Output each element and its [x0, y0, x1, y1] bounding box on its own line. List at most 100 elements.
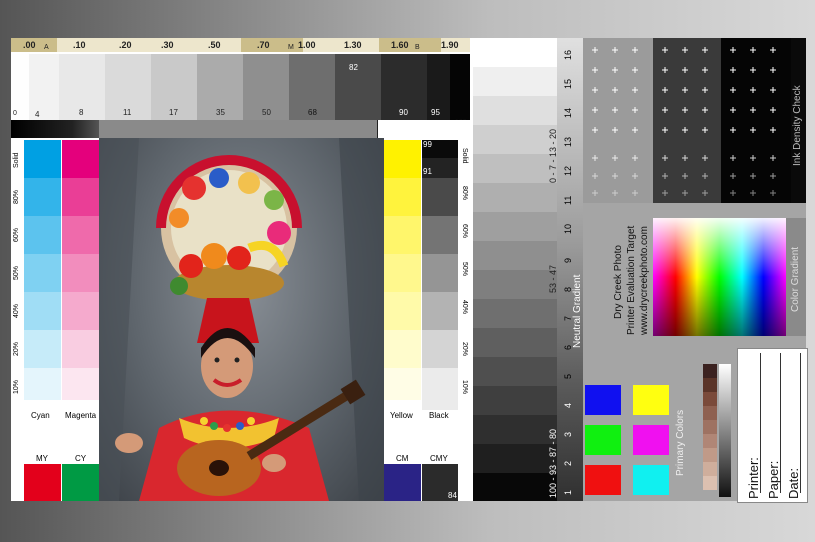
left-percent-20: 20%	[13, 341, 20, 356]
neutral-step-14: 14	[563, 107, 573, 118]
right-percent-solid: Solid	[461, 148, 468, 164]
neutral-step-9: 9	[563, 257, 573, 263]
ink-density-marks	[592, 47, 776, 196]
gray-wedge	[719, 364, 731, 497]
density-value-90: 90	[399, 108, 408, 117]
black-label: Black	[429, 411, 449, 420]
right-percent-40: 40%	[461, 300, 468, 315]
page-background: { "density_strip": { "top_labels": [".00…	[0, 0, 815, 542]
density-patch-9	[335, 54, 381, 120]
density-value-8: 8	[79, 108, 84, 117]
neutral-step-11: 11	[563, 195, 573, 205]
primary-colors-title: Primary Colors	[675, 409, 686, 476]
color-gradient	[653, 218, 786, 336]
primary-swatch-yellow	[633, 385, 669, 415]
left-ramp-panel: Solid 80% 60% 50% 40% 20% 10% Cyan Magen…	[11, 138, 99, 501]
density-value-82: 82	[349, 63, 358, 72]
density-value-50: 50	[262, 108, 271, 117]
density-label-a: A	[44, 44, 49, 51]
density-label-10: .10	[73, 40, 86, 50]
left-percent-60: 60%	[13, 227, 20, 242]
my-swatch	[24, 464, 61, 501]
my-label: MY	[36, 454, 48, 463]
branding-line1: Dry Creek Photo	[613, 245, 624, 319]
density-label-30: .30	[161, 40, 174, 50]
density-label-100: 1.00	[298, 40, 316, 50]
magenta-label: Magenta	[65, 411, 97, 420]
left-percent-80: 80%	[13, 189, 20, 204]
density-value-17: 17	[169, 108, 178, 117]
ink-mark-row	[592, 47, 776, 196]
neutral-gradient: 16 15 14 13 12 11 10 9 8 7 6 5 4 3 2 1 N…	[473, 38, 583, 501]
cm-swatch	[384, 464, 421, 501]
neutral-step-12: 12	[563, 165, 573, 176]
cy-swatch	[62, 464, 99, 501]
yellow-ramp	[384, 140, 421, 410]
neutral-steps	[473, 38, 557, 501]
right-percent-10: 10%	[461, 380, 468, 395]
branding-line2: Printer Evaluation Target	[626, 225, 637, 335]
right-percent-80: 80%	[461, 186, 468, 201]
neutral-step-2: 2	[563, 460, 573, 466]
neutral-values-lower: 100 - 93 - 87 - 80	[548, 428, 558, 498]
printer-label: Printer:	[746, 457, 761, 499]
lightness-layer	[653, 218, 786, 336]
density-label-20: .20	[119, 40, 132, 50]
density-label-50: .50	[208, 40, 221, 50]
neutral-step-16: 16	[563, 49, 573, 60]
density-value-11: 11	[123, 108, 132, 117]
right-percent-20: 20%	[461, 342, 468, 357]
density-label-70: .70	[257, 40, 270, 50]
density-underbar-black	[11, 120, 99, 138]
density-label-b: B	[415, 44, 420, 51]
density-label-190: 1.90	[441, 40, 459, 50]
density-value-0: 0	[13, 110, 17, 117]
primary-swatch-blue	[585, 385, 621, 415]
cmy-label: CMY	[430, 454, 448, 463]
density-underbar-gray	[99, 120, 377, 138]
density-label-m: M	[288, 44, 294, 51]
density-underbar-white	[377, 120, 471, 138]
color-gradient-title: Color Gradient	[790, 246, 801, 312]
neutral-gradient-title: Neutral Gradient	[572, 274, 583, 348]
left-percent-50: 50%	[13, 265, 20, 280]
neutral-step-1: 1	[563, 489, 573, 495]
density-top-dark-b	[379, 38, 441, 52]
neutral-step-10: 10	[563, 223, 573, 234]
cyan-label: Cyan	[31, 411, 50, 420]
paper-label: Paper:	[766, 460, 781, 499]
info-box: Printer: Paper: Date:	[737, 348, 808, 503]
neutral-step-15: 15	[563, 78, 573, 89]
black-value-99: 99	[423, 140, 432, 149]
cy-label: CY	[75, 454, 87, 463]
density-patch-12	[450, 54, 470, 120]
primary-swatch-magenta	[633, 425, 669, 455]
primary-swatch-red	[585, 465, 621, 495]
cyan-ramp	[24, 140, 61, 410]
left-percent-40: 40%	[13, 303, 20, 318]
density-value-4: 4	[35, 110, 40, 119]
right-ramp-panel: 99 91 Solid 80% 60% 50% 40% 20% 10% Yell…	[384, 138, 470, 501]
right-percent-60: 60%	[461, 224, 468, 239]
ink-density-check: Ink Density Check	[583, 38, 806, 203]
primary-swatch-cyan	[633, 465, 669, 495]
branding-line3: www.drycreekphoto.com	[639, 226, 650, 335]
branding-block: Dry Creek Photo Printer Evaluation Targe…	[583, 203, 653, 368]
density-patch-2	[29, 54, 59, 120]
neutral-step-4: 4	[563, 402, 573, 408]
black-value-91: 91	[423, 167, 432, 176]
right-percent-50: 50%	[461, 262, 468, 277]
left-percent-10: 10%	[13, 379, 20, 394]
yellow-label: Yellow	[390, 411, 413, 420]
density-value-95: 95	[431, 108, 440, 117]
density-label-130: 1.30	[344, 40, 362, 50]
neutral-values-middle: 53 - 47	[548, 264, 558, 293]
neutral-step-13: 13	[563, 136, 573, 147]
portrait-illustration	[99, 138, 384, 501]
primary-swatch-green	[585, 425, 621, 455]
density-value-35: 35	[216, 108, 225, 117]
density-value-68: 68	[308, 108, 317, 117]
neutral-step-5: 5	[563, 373, 573, 379]
photo-portrait	[99, 138, 384, 501]
neutral-step-3: 3	[563, 431, 573, 437]
